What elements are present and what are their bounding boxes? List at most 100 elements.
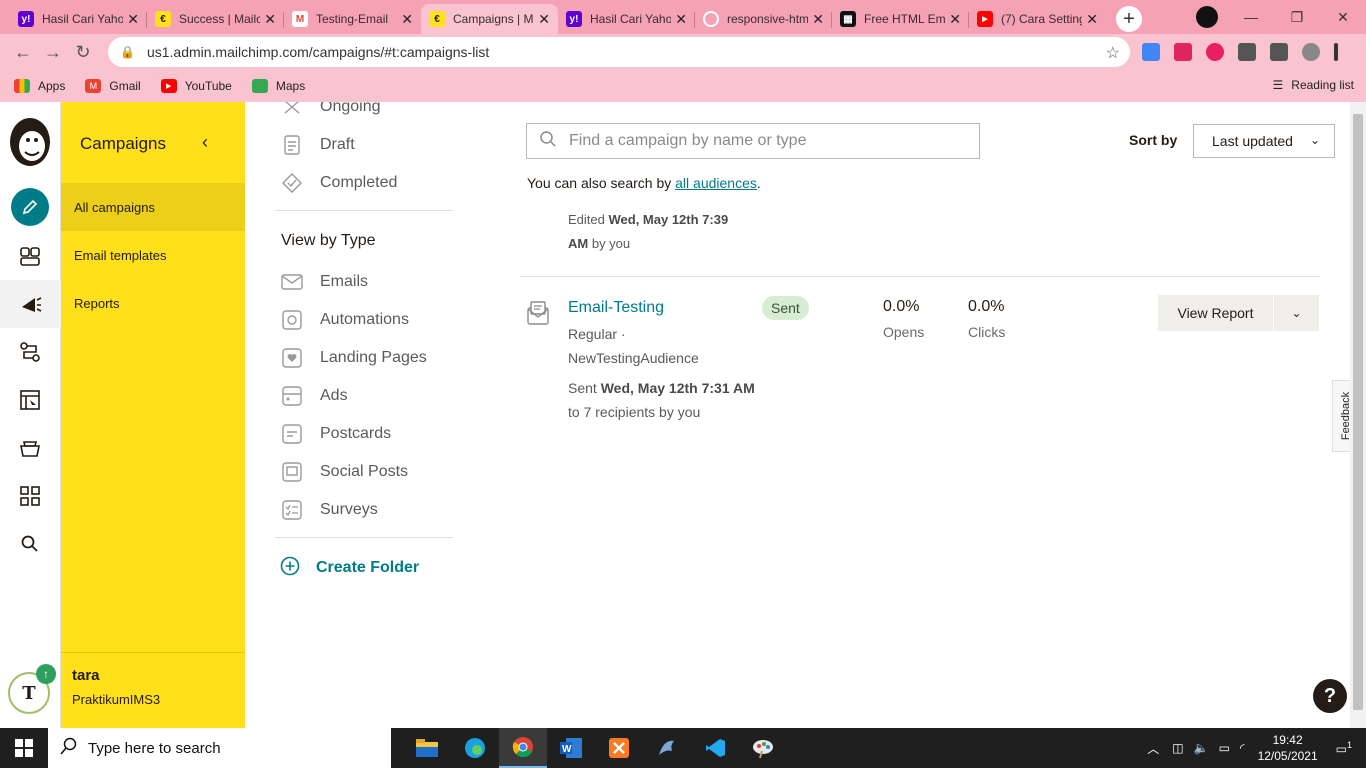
yahoo-icon: y! bbox=[566, 11, 582, 27]
close-icon[interactable]: ✕ bbox=[264, 11, 276, 28]
tab-1[interactable]: € Success | Mailchimp ✕ bbox=[147, 4, 284, 34]
create-pencil-icon[interactable] bbox=[11, 188, 49, 226]
close-icon[interactable]: ✕ bbox=[538, 11, 550, 28]
filter-postcards[interactable]: Postcards bbox=[275, 415, 453, 453]
windows-start-icon[interactable] bbox=[0, 728, 48, 768]
filter-surveys[interactable]: Surveys bbox=[275, 491, 453, 529]
notifications-icon[interactable]: ▭1 bbox=[1336, 740, 1352, 756]
chrome-icon[interactable] bbox=[499, 728, 547, 768]
filter-emails[interactable]: Emails bbox=[275, 263, 453, 301]
filter-automations[interactable]: Automations bbox=[275, 301, 453, 339]
bookmark-maps[interactable]: Maps bbox=[251, 79, 306, 93]
reading-list[interactable]: ☰ Reading list bbox=[1273, 78, 1354, 92]
all-audiences-link[interactable]: all audiences bbox=[675, 175, 757, 191]
bookmark-gmail[interactable]: M Gmail bbox=[85, 79, 141, 93]
account-switcher[interactable]: tara PraktikumIMS3 bbox=[61, 652, 245, 707]
tab-4[interactable]: y! Hasil Cari Yahoo ✕ bbox=[558, 4, 695, 34]
search-icon[interactable] bbox=[16, 530, 44, 558]
campaign-name-link[interactable]: Email-Testing bbox=[568, 299, 664, 317]
sort-select[interactable]: Last updated ⌄ bbox=[1193, 124, 1335, 158]
bookmark-star-icon[interactable]: ☆ bbox=[1106, 43, 1120, 63]
close-icon[interactable]: ✕ bbox=[812, 11, 824, 28]
tab-3[interactable]: € Campaigns | Mailchimp ✕ bbox=[421, 4, 558, 34]
tab-0[interactable]: y! Hasil Cari Yahoo ✕ bbox=[10, 4, 147, 34]
maps-icon bbox=[251, 79, 268, 93]
menu-dots-icon[interactable] bbox=[1334, 43, 1338, 61]
tab-5[interactable]: responsive-html ✕ bbox=[695, 4, 832, 34]
bookmark-apps[interactable]: Apps bbox=[14, 79, 65, 93]
sidebar-item-email-templates[interactable]: Email templates bbox=[61, 231, 245, 279]
campaigns-megaphone-icon[interactable] bbox=[0, 280, 61, 328]
url-field[interactable]: 🔒 us1.admin.mailchimp.com/campaigns/#t:c… bbox=[108, 37, 1130, 67]
filter-draft[interactable]: Draft bbox=[275, 126, 453, 164]
filter-ongoing[interactable]: Ongoing bbox=[275, 102, 453, 126]
scrollbar-thumb[interactable] bbox=[1353, 114, 1363, 710]
tab-2[interactable]: M Testing-Email ✕ bbox=[284, 4, 421, 34]
media-icon[interactable] bbox=[1270, 43, 1288, 61]
sidebar-item-all-campaigns[interactable]: All campaigns bbox=[61, 183, 245, 231]
survey-icon bbox=[281, 499, 303, 521]
minimize-icon[interactable]: — bbox=[1228, 0, 1274, 34]
battery-icon[interactable]: ▭ bbox=[1219, 741, 1230, 755]
bookmark-label: Maps bbox=[275, 79, 306, 93]
upgrade-arrow-icon[interactable]: ↑ bbox=[36, 664, 56, 684]
tab-7[interactable]: ▶ (7) Cara Setting ✕ bbox=[969, 4, 1106, 34]
email-campaign-icon bbox=[526, 300, 550, 331]
filter-landing-pages[interactable]: Landing Pages bbox=[275, 339, 453, 377]
close-icon[interactable]: ✕ bbox=[675, 11, 687, 28]
tab-6[interactable]: ▦ Free HTML Email ✕ bbox=[832, 4, 969, 34]
close-icon[interactable]: ✕ bbox=[127, 11, 139, 28]
filter-social-posts[interactable]: Social Posts bbox=[275, 453, 453, 491]
audience-icon[interactable] bbox=[16, 242, 44, 270]
puzzle-icon[interactable] bbox=[1238, 43, 1256, 61]
website-icon[interactable] bbox=[16, 386, 44, 414]
automation-flow-icon[interactable] bbox=[16, 338, 44, 366]
extension-m-icon[interactable] bbox=[1206, 43, 1224, 61]
chevron-left-icon[interactable]: ‹ bbox=[202, 132, 208, 153]
chevron-down-icon[interactable]: ⌄ bbox=[1274, 295, 1319, 331]
search-input[interactable]: Find a campaign by name or type bbox=[526, 123, 980, 159]
volume-icon[interactable]: 🔈 bbox=[1194, 741, 1209, 755]
filter-ads[interactable]: Ads bbox=[275, 377, 453, 415]
content-studio-icon[interactable] bbox=[16, 434, 44, 462]
word-icon[interactable]: W bbox=[547, 728, 595, 768]
integrations-grid-icon[interactable] bbox=[16, 482, 44, 510]
taskbar-search-input[interactable]: Type here to search bbox=[48, 728, 391, 768]
vscode-icon[interactable] bbox=[691, 728, 739, 768]
taskbar-apps: W bbox=[403, 728, 787, 768]
new-tab-button[interactable]: + bbox=[1116, 6, 1142, 32]
create-folder-button[interactable]: Create Folder bbox=[275, 546, 453, 590]
close-window-icon[interactable]: ✕ bbox=[1320, 0, 1366, 34]
help-button[interactable]: ? bbox=[1313, 679, 1347, 713]
search-icon bbox=[539, 130, 557, 153]
edge-icon[interactable] bbox=[451, 728, 499, 768]
view-report-button[interactable]: View Report bbox=[1158, 295, 1274, 331]
edited-suffix: by you bbox=[591, 236, 631, 251]
bookmark-youtube[interactable]: ▶ YouTube bbox=[160, 79, 232, 93]
paint-icon[interactable] bbox=[739, 728, 787, 768]
filter-completed[interactable]: Completed bbox=[275, 164, 453, 202]
reload-icon[interactable]: ↻ bbox=[68, 42, 98, 63]
bookmarks-bar: Apps M Gmail ▶ YouTube Maps ☰ Reading li… bbox=[0, 70, 1366, 102]
translate-icon[interactable] bbox=[1142, 43, 1160, 61]
wifi-icon[interactable]: ◜ bbox=[1240, 741, 1245, 755]
profile-avatar-icon[interactable] bbox=[1302, 43, 1320, 61]
scrollbar[interactable] bbox=[1350, 102, 1366, 728]
extension-red-icon[interactable] bbox=[1174, 43, 1192, 61]
file-explorer-icon[interactable] bbox=[403, 728, 451, 768]
lock-icon[interactable]: 🔒 bbox=[120, 45, 135, 59]
chevron-up-icon[interactable]: ︿ bbox=[1147, 740, 1159, 757]
clock[interactable]: 19:42 12/05/2021 bbox=[1258, 732, 1318, 764]
close-icon[interactable]: ✕ bbox=[401, 11, 413, 28]
close-icon[interactable]: ✕ bbox=[949, 11, 961, 28]
meet-now-icon[interactable]: ◫ bbox=[1172, 741, 1183, 755]
forward-icon[interactable]: → bbox=[38, 42, 68, 63]
xampp-icon[interactable] bbox=[595, 728, 643, 768]
back-icon[interactable]: ← bbox=[8, 42, 38, 63]
close-icon[interactable]: ✕ bbox=[1086, 11, 1098, 28]
freddie-logo-icon[interactable] bbox=[7, 116, 53, 168]
sidebar-item-reports[interactable]: Reports bbox=[61, 279, 245, 327]
tab-search-icon[interactable] bbox=[1196, 6, 1218, 28]
mysql-workbench-icon[interactable] bbox=[643, 728, 691, 768]
restore-icon[interactable]: ❐ bbox=[1274, 0, 1320, 34]
